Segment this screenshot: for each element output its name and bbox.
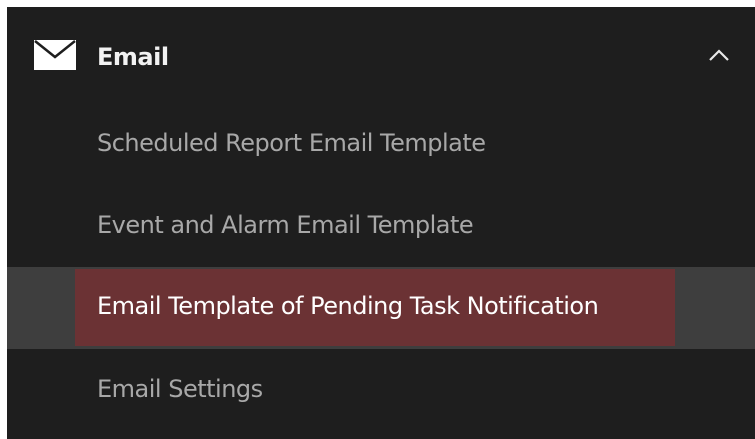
email-section-label: Email: [97, 43, 169, 71]
menu-item-event-alarm-template[interactable]: Event and Alarm Email Template: [7, 187, 755, 269]
side-menu: Email Scheduled Report Email Template Ev…: [7, 7, 755, 439]
menu-item-label: Email Template of Pending Task Notificat…: [97, 292, 599, 320]
menu-item-scheduled-report-template[interactable]: Scheduled Report Email Template: [7, 105, 755, 187]
menu-item-label: Email Settings: [97, 375, 263, 403]
menu-item-email-settings[interactable]: Email Settings: [7, 349, 755, 431]
menu-item-label: Event and Alarm Email Template: [97, 211, 474, 239]
chevron-up-icon[interactable]: [707, 47, 731, 63]
email-section-header[interactable]: Email: [7, 7, 755, 105]
mail-icon: [34, 40, 76, 70]
menu-item-pending-task-template[interactable]: Email Template of Pending Task Notificat…: [7, 267, 755, 349]
menu-item-label: Scheduled Report Email Template: [97, 129, 486, 157]
